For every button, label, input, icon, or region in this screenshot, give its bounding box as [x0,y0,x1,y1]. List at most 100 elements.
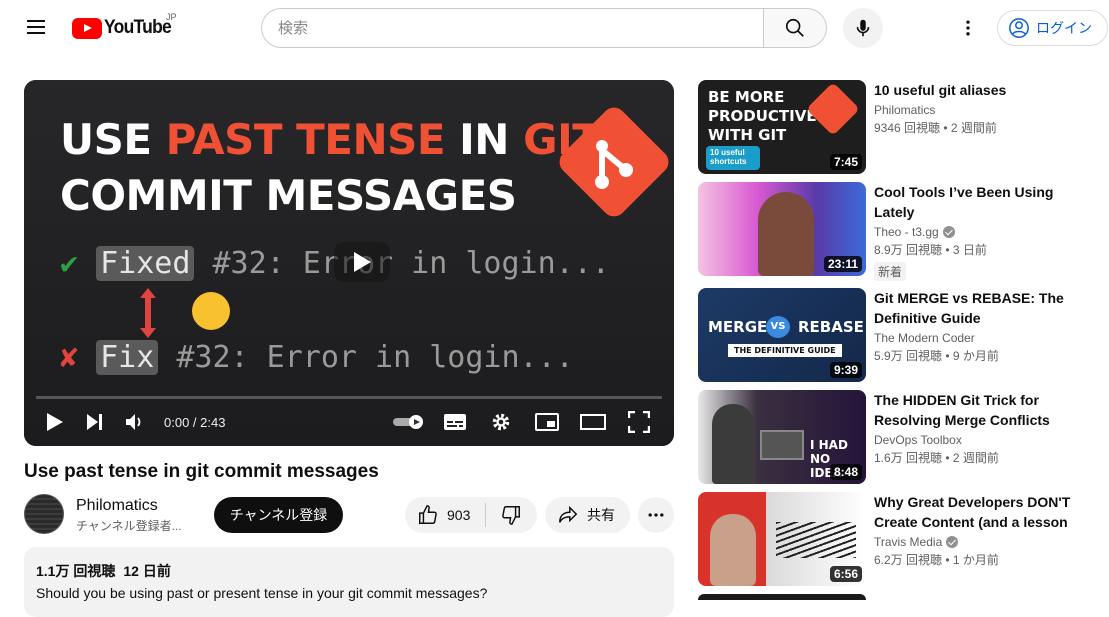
like-count: 903 [447,507,471,523]
like-dislike-group: 903 [405,497,537,533]
play-icon [354,252,371,272]
video-title[interactable]: 10 useful git aliases [874,80,1084,100]
video-thumbnail[interactable]: 23:11 [698,182,866,276]
video-title[interactable]: The HIDDEN Git Trick for Resolving Merge… [874,390,1084,430]
video-title[interactable]: Git MERGE vs REBASE: The Definitive Guid… [874,288,1084,328]
video-info: 10 useful git aliases Philomatics 9346 回… [874,80,1084,136]
thumbs-down-icon [502,506,520,525]
fullscreen-button[interactable] [622,405,656,439]
autoplay-toggle[interactable] [392,405,426,439]
video-info: The HIDDEN Git Trick for Resolving Merge… [874,390,1084,466]
video-stats: 8.9万 回視聴 • 3 日前 [874,243,987,257]
recommended-video[interactable]: I HAD NO IDEA 8:48 The HIDDEN Git Trick … [698,390,1098,484]
video-thumbnail[interactable]: BE MORE PRODUCTIVE WITH GIT 10 useful sh… [698,80,866,174]
presenter-image [710,514,756,586]
video-stats: 1.6万 回視聴 • 2 週間前 [874,451,999,465]
fullscreen-icon [628,411,650,433]
miniplayer-button[interactable] [530,405,564,439]
recommended-video[interactable]: MERGE VS REBASE THE DEFINITIVE GUIDE 9:3… [698,288,1098,382]
duration-badge: 7:45 [829,154,862,170]
more-actions-button[interactable] [638,497,674,533]
share-label: 共有 [587,507,615,523]
verified-icon [942,226,955,238]
thumbnail-vs: VS [766,316,790,338]
settings-button[interactable] [484,405,518,439]
video-thumbnail[interactable]: I HAD NO IDEA 8:48 [698,390,866,484]
subtitles-button[interactable] [438,405,472,439]
bad-example-line: ✘ Fix #32: Error in login... [60,340,574,375]
video-player[interactable]: USE PAST TENSE IN GIT COMMIT MESSAGES ✔ … [24,80,674,446]
theater-mode-button[interactable] [576,405,610,439]
presenter-image [712,404,754,484]
search-button[interactable] [763,8,827,48]
youtube-play-icon [72,17,102,39]
recommended-video[interactable] [698,594,1098,600]
logo-text: YouTube [104,17,172,38]
description-box[interactable]: 1.1万 回視聴 12 日前 Should you be using past o… [24,547,674,617]
verified-icon [946,536,959,548]
recommended-video[interactable]: 23:11 Cool Tools I’ve Been Using Lately … [698,182,1098,281]
thumbnail-text-left: MERGE [708,318,768,336]
thumbnail-text-right: REBASE [798,318,864,336]
settings-menu-button[interactable] [952,12,984,44]
voice-search-button[interactable] [843,8,883,48]
channel-name[interactable]: Philomatics [76,497,158,515]
share-button[interactable]: 共有 [545,497,630,533]
video-title[interactable]: Why Great Developers DON'T Create Conten… [874,492,1084,532]
video-thumbnail[interactable]: 6:56 [698,492,866,586]
laptop-image [760,430,804,460]
git-logo-icon [554,102,674,222]
recommended-video[interactable]: BE MORE PRODUCTIVE WITH GIT 10 useful sh… [698,80,1098,174]
video-thumbnail[interactable]: MERGE VS REBASE THE DEFINITIVE GUIDE 9:3… [698,288,866,382]
scribbled-document [776,522,856,558]
thinking-emoji-icon [192,292,230,330]
login-button[interactable]: ログイン [997,10,1108,46]
next-button[interactable] [78,405,112,439]
thumbs-up-icon [419,505,437,524]
dislike-button[interactable] [486,497,536,533]
play-button[interactable] [38,405,72,439]
subscribe-button[interactable]: チャンネル登録 [214,497,343,533]
youtube-logo[interactable]: YouTube [72,16,177,40]
menu-icon[interactable] [20,16,52,40]
skip-next-icon [87,414,102,430]
video-info: Cool Tools I’ve Been Using Lately Theo -… [874,182,1084,281]
theater-icon [580,414,606,430]
channel-name[interactable]: The Modern Coder [874,331,1084,345]
video-thumbnail[interactable] [698,594,866,600]
view-date-info: 1.1万 回視聴 12 日前 [36,561,662,581]
channel-name[interactable]: Theo - t3.gg [874,225,1084,239]
search-icon [785,18,804,37]
channel-name[interactable]: DevOps Toolbox [874,433,1084,447]
channel-name[interactable]: Philomatics [874,103,1084,117]
description-text: Should you be using past or present tens… [36,585,488,601]
check-icon: ✔ [60,246,79,281]
like-button[interactable]: 903 [405,497,485,533]
upload-date: 12 日前 [123,563,171,579]
video-stats: 9346 回視聴 • 2 週間前 [874,121,997,135]
mute-button[interactable] [118,405,152,439]
subscriber-count: チャンネル登録者... [76,519,182,533]
video-title: Use past tense in git commit messages [24,461,379,482]
presenter-image [758,192,814,276]
microphone-icon [856,19,870,37]
video-title[interactable]: Cool Tools I’ve Been Using Lately [874,182,1084,222]
double-arrow-icon [140,288,156,338]
login-label: ログイン [1036,20,1092,36]
autoplay-toggle-icon [393,415,423,429]
recommended-video[interactable]: 6:56 Why Great Developers DON'T Create C… [698,492,1098,586]
video-stats: 6.2万 回視聴 • 1 か月前 [874,553,999,567]
video-info: Why Great Developers DON'T Create Conten… [874,492,1084,568]
search-input[interactable] [261,8,764,48]
more-horizontal-icon [648,513,664,517]
video-stats: 5.9万 回視聴 • 9 か月前 [874,349,999,363]
thumbnail-headline: USE PAST TENSE IN GIT COMMIT MESSAGES [60,115,601,220]
channel-name[interactable]: Travis Media [874,535,1084,549]
player-controls: 0:00 / 2:43 [24,398,674,446]
duration-badge: 6:56 [829,566,862,582]
channel-avatar[interactable] [24,494,64,534]
video-info: Git MERGE vs REBASE: The Definitive Guid… [874,288,1084,364]
gear-icon [492,413,510,431]
large-play-button[interactable] [334,242,390,282]
thumbnail-subtext: 10 useful shortcuts [706,146,760,170]
